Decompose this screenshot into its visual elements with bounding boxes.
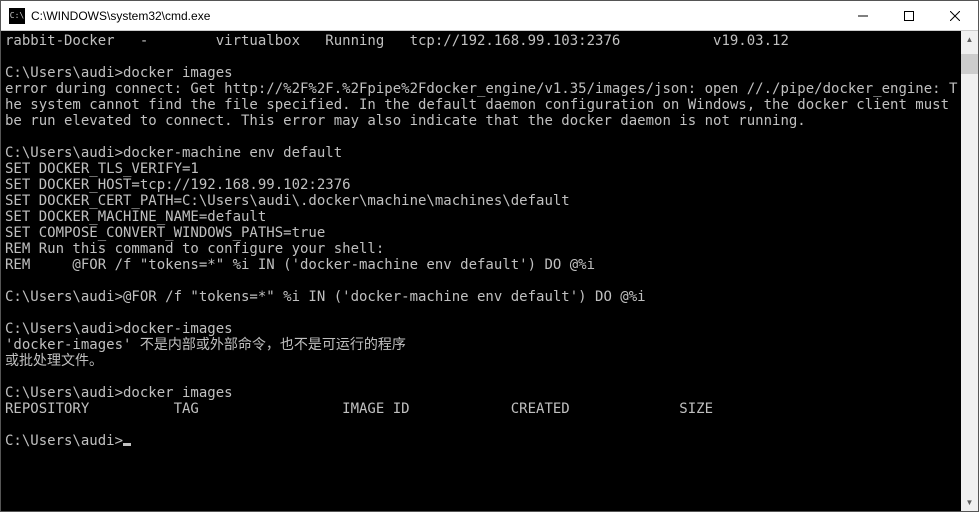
terminal-output[interactable]: rabbit-Docker - virtualbox Running tcp:/… bbox=[1, 31, 961, 511]
scroll-up-arrow-icon[interactable]: ▲ bbox=[961, 31, 978, 48]
terminal-line: C:\Users\audi>docker-images bbox=[5, 321, 233, 337]
maximize-button[interactable] bbox=[886, 1, 932, 30]
terminal-container: rabbit-Docker - virtualbox Running tcp:/… bbox=[1, 31, 978, 511]
terminal-line: C:\Users\audi>@FOR /f "tokens=*" %i IN (… bbox=[5, 289, 646, 305]
terminal-line: error during connect: Get http://%2F%2F.… bbox=[5, 81, 957, 129]
cmd-icon: C:\ bbox=[9, 8, 25, 24]
terminal-line: SET DOCKER_MACHINE_NAME=default bbox=[5, 209, 266, 225]
terminal-line: C:\Users\audi>docker images bbox=[5, 65, 233, 81]
window-title: C:\WINDOWS\system32\cmd.exe bbox=[31, 9, 840, 23]
terminal-line: REPOSITORY TAG IMAGE ID CREATED SIZE bbox=[5, 401, 713, 417]
maximize-icon bbox=[904, 11, 914, 21]
terminal-line: C:\Users\audi>docker images bbox=[5, 385, 233, 401]
close-icon bbox=[950, 11, 960, 21]
scroll-thumb[interactable] bbox=[961, 54, 978, 74]
terminal-line: REM Run this command to configure your s… bbox=[5, 241, 384, 257]
terminal-line: SET DOCKER_HOST=tcp://192.168.99.102:237… bbox=[5, 177, 351, 193]
terminal-line: 'docker-images' 不是内部或外部命令，也不是可运行的程序 bbox=[5, 337, 406, 353]
scroll-down-arrow-icon[interactable]: ▼ bbox=[961, 494, 978, 511]
terminal-line: C:\Users\audi> bbox=[5, 433, 123, 449]
minimize-button[interactable] bbox=[840, 1, 886, 30]
terminal-line: REM @FOR /f "tokens=*" %i IN ('docker-ma… bbox=[5, 257, 595, 273]
close-button[interactable] bbox=[932, 1, 978, 30]
text-cursor bbox=[123, 443, 131, 446]
minimize-icon bbox=[858, 11, 868, 21]
terminal-line: SET DOCKER_CERT_PATH=C:\Users\audi\.dock… bbox=[5, 193, 570, 209]
vertical-scrollbar[interactable]: ▲ ▼ bbox=[961, 31, 978, 511]
terminal-line: rabbit-Docker - virtualbox Running tcp:/… bbox=[5, 33, 789, 49]
window-controls bbox=[840, 1, 978, 30]
terminal-line: C:\Users\audi>docker-machine env default bbox=[5, 145, 342, 161]
terminal-line: SET COMPOSE_CONVERT_WINDOWS_PATHS=true bbox=[5, 225, 325, 241]
terminal-line: 或批处理文件。 bbox=[5, 353, 103, 369]
window-titlebar: C:\ C:\WINDOWS\system32\cmd.exe bbox=[1, 1, 978, 31]
terminal-line: SET DOCKER_TLS_VERIFY=1 bbox=[5, 161, 199, 177]
scroll-track[interactable] bbox=[961, 48, 978, 494]
